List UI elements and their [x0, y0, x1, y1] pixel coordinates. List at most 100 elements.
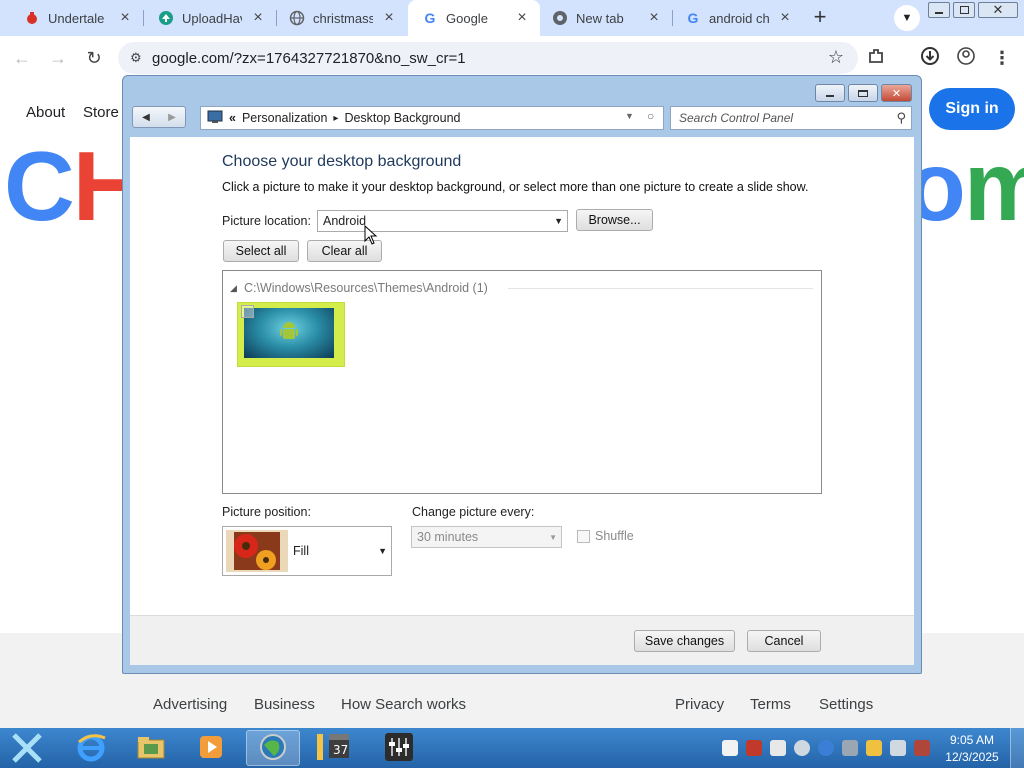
internet-explorer-icon: [76, 732, 106, 765]
footer-privacy-link[interactable]: Privacy: [675, 696, 724, 713]
close-tab-icon[interactable]: ×: [250, 9, 266, 27]
close-tab-icon[interactable]: ×: [381, 9, 397, 27]
change-picture-interval-dropdown[interactable]: 30 minutes ▼: [411, 526, 562, 548]
breadcrumb[interactable]: « Personalization ▸ Desktop Background ▼…: [200, 106, 664, 130]
reload-button[interactable]: ↻: [82, 46, 106, 70]
close-tab-icon[interactable]: ×: [117, 9, 133, 27]
tray-lav-red-icon[interactable]: [746, 740, 762, 756]
tray-volume-muted-icon[interactable]: [914, 740, 930, 756]
footer-advertising-link[interactable]: Advertising: [153, 696, 227, 713]
change-picture-label: Change picture every:: [412, 505, 535, 519]
arrow-left-icon: ←: [13, 47, 31, 68]
search-icon[interactable]: ⚲: [896, 110, 906, 126]
dialog-maximize-button[interactable]: [848, 84, 878, 102]
tray-network-icon[interactable]: [890, 740, 906, 756]
page-title: Choose your desktop background: [222, 153, 462, 170]
about-link[interactable]: About: [26, 104, 65, 121]
dialog-close-button[interactable]: ✕: [881, 84, 912, 102]
start-button[interactable]: [0, 730, 54, 766]
group-header[interactable]: C:\Windows\Resources\Themes\Android (1): [244, 281, 488, 295]
close-tab-icon[interactable]: ×: [646, 9, 662, 27]
browse-button[interactable]: Browse...: [576, 209, 653, 231]
tray-chat-icon[interactable]: [794, 740, 810, 756]
picture-position-label: Picture position:: [222, 505, 311, 519]
profile-button[interactable]: [954, 46, 978, 70]
picture-position-dropdown[interactable]: Fill ▼: [222, 526, 392, 576]
profile-icon: [957, 46, 975, 70]
url-text: google.com/?zx=1764327721870&no_sw_cr=1: [152, 49, 466, 67]
breadcrumb-desktop-background[interactable]: Desktop Background: [344, 111, 460, 125]
sign-in-button[interactable]: Sign in: [929, 88, 1015, 130]
tab-search-button[interactable]: ▼: [894, 5, 920, 31]
tab-christmas[interactable]: christmassh ×: [277, 0, 407, 36]
close-tab-icon[interactable]: ×: [514, 9, 530, 27]
picture-location-dropdown[interactable]: Android ▼: [317, 210, 568, 232]
taskbar-control-panel[interactable]: [246, 730, 300, 766]
store-link[interactable]: Store: [83, 104, 119, 121]
extensions-button[interactable]: [864, 46, 888, 70]
taskbar-explorer[interactable]: [124, 730, 178, 766]
dialog-minimize-button[interactable]: [815, 84, 845, 102]
tab-google[interactable]: G Google ×: [408, 0, 540, 36]
restore-button[interactable]: [953, 2, 975, 18]
breadcrumb-personalization[interactable]: Personalization: [242, 111, 327, 125]
mixer-icon: [385, 732, 413, 764]
forward-button[interactable]: →: [46, 46, 70, 70]
taskbar-media-player[interactable]: [184, 730, 238, 766]
footer-business-link[interactable]: Business: [254, 696, 315, 713]
tray-lav-icon[interactable]: [722, 740, 738, 756]
address-bar[interactable]: ⚙ google.com/?zx=1764327721870&no_sw_cr=…: [118, 42, 858, 74]
back-button[interactable]: ←: [10, 46, 34, 70]
clock-date[interactable]: 12/3/2025: [940, 750, 1004, 764]
minimize-button[interactable]: [928, 2, 950, 18]
menu-button[interactable]: ⋮: [990, 46, 1014, 70]
chevron-down-icon: ▼: [554, 216, 563, 226]
save-changes-button[interactable]: Save changes: [634, 630, 735, 652]
globe-icon: [289, 10, 305, 26]
cancel-button[interactable]: Cancel: [747, 630, 821, 652]
forward-arrow-icon[interactable]: ▶: [159, 107, 185, 127]
search-control-panel-input[interactable]: Search Control Panel ⚲: [670, 106, 912, 130]
folder-icon: [136, 734, 166, 763]
chrome-icon: [552, 10, 568, 26]
footer-settings-link[interactable]: Settings: [819, 696, 873, 713]
svg-text:37: 37: [333, 743, 348, 757]
tray-info-icon[interactable]: [818, 740, 834, 756]
flower-preview-icon: [226, 530, 288, 572]
wallpaper-checkbox[interactable]: [241, 305, 254, 318]
tab-new-tab[interactable]: New tab ×: [540, 0, 672, 36]
select-all-button[interactable]: Select all: [223, 240, 299, 262]
tray-device-icon[interactable]: [842, 740, 858, 756]
tray-shield-icon[interactable]: [770, 740, 786, 756]
site-settings-icon[interactable]: ⚙: [130, 50, 142, 66]
bookmark-star-icon[interactable]: ☆: [828, 47, 844, 68]
android-wallpaper-image[interactable]: [244, 308, 334, 358]
taskbar-ie[interactable]: [64, 730, 118, 766]
shuffle-checkbox[interactable]: [577, 530, 590, 543]
tab-android[interactable]: G android che ×: [673, 0, 803, 36]
close-tab-icon[interactable]: ×: [777, 9, 793, 27]
footer-terms-link[interactable]: Terms: [750, 696, 791, 713]
footer-how-search-works-link[interactable]: How Search works: [341, 696, 466, 713]
picture-location-label: Picture location:: [222, 214, 311, 228]
tab-undertale[interactable]: Undertale F ×: [0, 0, 143, 36]
taskbar-media-center[interactable]: 37: [308, 730, 362, 766]
tray-tool-icon[interactable]: [866, 740, 882, 756]
refresh-icon[interactable]: ○: [647, 109, 654, 123]
chevron-down-icon: ▼: [901, 12, 913, 24]
puzzle-icon: [867, 47, 885, 70]
collapse-group-icon[interactable]: ◢: [230, 283, 237, 294]
tab-uploadhave[interactable]: UploadHave ×: [144, 0, 276, 36]
breadcrumb-overflow-icon[interactable]: «: [229, 111, 236, 125]
show-desktop-button[interactable]: [1010, 728, 1024, 768]
new-tab-button[interactable]: +: [808, 4, 832, 30]
taskbar-mixer[interactable]: [372, 730, 426, 766]
back-arrow-icon[interactable]: ◀: [133, 107, 159, 127]
breadcrumb-arrow-icon[interactable]: ▸: [333, 113, 338, 124]
restore-icon: [959, 6, 969, 14]
downloads-button[interactable]: [918, 46, 942, 70]
history-dropdown-icon[interactable]: ▼: [625, 111, 634, 121]
clock-time[interactable]: 9:05 AM: [946, 733, 998, 747]
close-window-button[interactable]: ✕: [978, 2, 1018, 18]
maximize-icon: [858, 89, 868, 97]
